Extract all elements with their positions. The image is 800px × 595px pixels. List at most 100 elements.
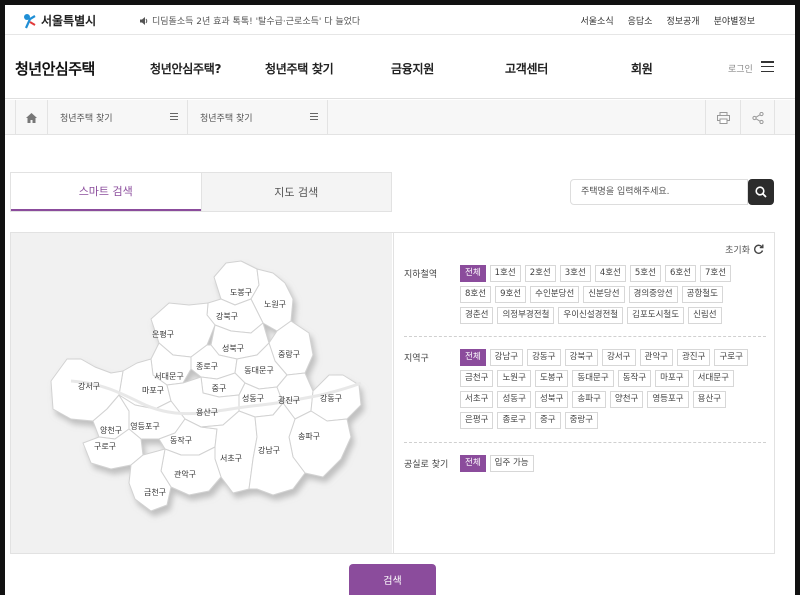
subway-option-chip[interactable]: 9호선 <box>495 286 527 303</box>
district-option-chip[interactable]: 구로구 <box>714 349 748 366</box>
vacancy-option-chip[interactable]: 입주 가능 <box>489 455 534 472</box>
share-icon[interactable] <box>740 100 775 135</box>
login-link[interactable]: 로그인 <box>728 62 753 75</box>
site-title[interactable]: 청년안심주택 <box>15 58 95 79</box>
subway-option-chip[interactable]: 2호선 <box>524 265 556 282</box>
subway-option-chip[interactable]: 5호선 <box>629 265 661 282</box>
district-option-chip[interactable]: 용산구 <box>692 391 727 408</box>
search-button[interactable] <box>748 179 774 205</box>
subway-option-chip[interactable]: 우이신설경전철 <box>558 307 624 324</box>
district-map-label[interactable]: 관악구 <box>174 469 196 479</box>
submit-search-button[interactable]: 검색 <box>349 564 436 595</box>
district-map-label[interactable]: 금천구 <box>144 487 166 497</box>
district-option-chip[interactable]: 양천구 <box>609 391 644 408</box>
district-option-chip[interactable]: 서초구 <box>460 391 494 408</box>
district-option-chip[interactable]: 광진구 <box>676 349 711 366</box>
district-option-chip[interactable]: 중구 <box>534 412 561 429</box>
district-map-label[interactable]: 강남구 <box>258 445 280 455</box>
reset-button[interactable]: 초기화 <box>725 243 764 256</box>
vacancy-filter-label: 공실로 찾기 <box>404 460 449 470</box>
breadcrumb-level-1[interactable]: 청년주택 찾기 <box>48 100 188 135</box>
district-map-label[interactable]: 용산구 <box>196 407 218 417</box>
nav-item-find-housing[interactable]: 청년주택 찾기 <box>265 60 334 77</box>
subway-option-chip[interactable]: 신분당선 <box>583 286 625 303</box>
district-option-chip[interactable]: 도봉구 <box>534 370 569 387</box>
notice-text: 디딤돌소득 2년 효과 톡톡! '탈수급·근로소득' 다 늘었다 <box>152 17 361 27</box>
home-icon[interactable] <box>15 100 48 135</box>
subway-option-chip[interactable]: 6호선 <box>664 265 697 282</box>
nav-item-customer-center[interactable]: 고객센터 <box>505 60 548 77</box>
nav-item-about[interactable]: 청년안심주택? <box>150 60 221 77</box>
district-option-chip[interactable]: 강동구 <box>527 349 561 366</box>
utility-links: 서울소식 응답소 정보공개 분야별정보 <box>581 14 756 27</box>
district-map-label[interactable]: 강서구 <box>78 381 100 391</box>
district-map-label[interactable]: 구로구 <box>94 442 116 451</box>
district-map-label[interactable]: 동작구 <box>170 435 192 445</box>
district-option-chip[interactable]: 영등포구 <box>647 391 689 408</box>
subway-option-chip[interactable]: 3호선 <box>559 265 591 282</box>
district-option-chip[interactable]: 관악구 <box>639 349 673 366</box>
utility-link[interactable]: 응답소 <box>628 14 653 27</box>
nav-item-member[interactable]: 회원 <box>631 60 653 77</box>
utility-link[interactable]: 서울소식 <box>581 14 614 27</box>
district-map-label[interactable]: 도봉구 <box>230 288 252 297</box>
district-map-label[interactable]: 양천구 <box>100 425 122 435</box>
district-map-label[interactable]: 동대문구 <box>244 366 273 375</box>
district-map-label[interactable]: 중구 <box>212 384 227 393</box>
district-map-label[interactable]: 영등포구 <box>130 421 159 431</box>
utility-link[interactable]: 분야별정보 <box>714 14 755 27</box>
district-map-label[interactable]: 광진구 <box>278 395 300 405</box>
subway-option-chip[interactable]: 8호선 <box>460 286 492 303</box>
tab-map-search[interactable]: 지도 검색 <box>200 173 391 211</box>
subway-option-chip[interactable]: 전체 <box>460 265 486 282</box>
district-map-label[interactable]: 강동구 <box>320 393 342 403</box>
district-option-chip[interactable]: 종로구 <box>497 412 531 429</box>
utility-link[interactable]: 정보공개 <box>666 14 699 27</box>
subway-option-chip[interactable]: 수인분당선 <box>530 286 580 303</box>
subway-option-chip[interactable]: 경춘선 <box>460 307 494 324</box>
print-icon[interactable] <box>705 100 740 135</box>
district-map-label[interactable]: 성동구 <box>242 394 264 403</box>
district-map-label[interactable]: 노원구 <box>264 300 286 309</box>
subway-option-chip[interactable]: 경의중앙선 <box>628 286 678 303</box>
tab-smart-search[interactable]: 스마트 검색 <box>11 173 201 211</box>
housing-name-search-input[interactable] <box>570 179 748 205</box>
district-option-chip[interactable]: 송파구 <box>572 391 606 408</box>
district-option-chip[interactable]: 중랑구 <box>564 412 599 429</box>
district-option-chip[interactable]: 서대문구 <box>692 370 734 387</box>
nav-item-finance[interactable]: 금융지원 <box>391 60 434 77</box>
subway-option-chip[interactable]: 7호선 <box>700 265 732 282</box>
vacancy-option-chip[interactable]: 전체 <box>460 455 486 472</box>
district-option-chip[interactable]: 동대문구 <box>572 370 614 387</box>
district-option-chip[interactable]: 강서구 <box>602 349 636 366</box>
hamburger-menu-icon[interactable] <box>761 61 774 73</box>
seoul-logo[interactable]: 서울특별시 <box>23 12 96 29</box>
district-map-label[interactable]: 종로구 <box>196 362 218 371</box>
district-map-label[interactable]: 강북구 <box>216 311 238 321</box>
breadcrumb-level-2[interactable]: 청년주택 찾기 <box>188 100 328 135</box>
district-map-label[interactable]: 마포구 <box>142 386 164 395</box>
subway-option-chip[interactable]: 4호선 <box>594 265 626 282</box>
district-option-chip[interactable]: 은평구 <box>460 412 494 429</box>
district-option-chip[interactable]: 금천구 <box>460 370 494 387</box>
district-map-label[interactable]: 중랑구 <box>278 349 300 359</box>
district-option-chip[interactable]: 성동구 <box>497 391 531 408</box>
subway-option-chip[interactable]: 신림선 <box>688 307 722 324</box>
district-map-label[interactable]: 송파구 <box>298 432 320 441</box>
district-option-chip[interactable]: 마포구 <box>655 370 689 387</box>
notice-ticker[interactable]: 디딤돌소득 2년 효과 톡톡! '탈수급·근로소득' 다 늘었다 <box>140 14 360 27</box>
district-map-label[interactable]: 서대문구 <box>154 372 183 381</box>
district-option-chip[interactable]: 전체 <box>460 349 486 366</box>
subway-option-chip[interactable]: 의정부경전철 <box>497 307 555 324</box>
district-map-label[interactable]: 서초구 <box>220 454 242 463</box>
subway-option-chip[interactable]: 김포도시철도 <box>627 307 685 324</box>
district-option-chip[interactable]: 동작구 <box>617 370 652 387</box>
district-map-label[interactable]: 성북구 <box>222 344 244 353</box>
district-option-chip[interactable]: 노원구 <box>497 370 531 387</box>
district-option-chip[interactable]: 강북구 <box>564 349 599 366</box>
subway-option-chip[interactable]: 1호선 <box>489 265 521 282</box>
district-option-chip[interactable]: 성북구 <box>534 391 569 408</box>
subway-option-chip[interactable]: 공항철도 <box>681 286 723 303</box>
district-option-chip[interactable]: 강남구 <box>489 349 524 366</box>
district-map-label[interactable]: 은평구 <box>152 329 174 339</box>
